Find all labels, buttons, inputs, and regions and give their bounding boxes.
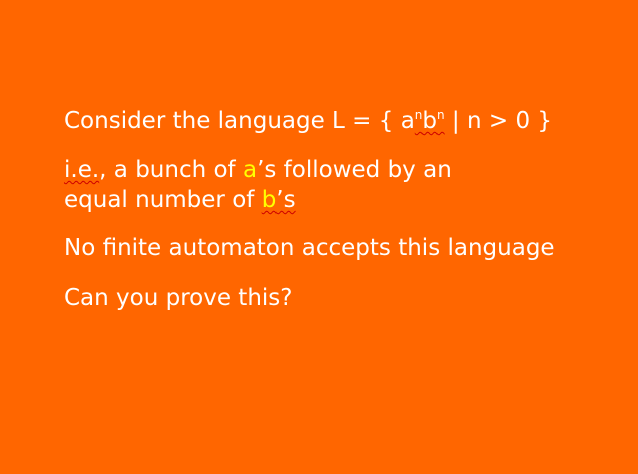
question-line: Can you prove this? — [64, 285, 293, 311]
explanation-text-3: equal number of — [64, 187, 262, 213]
explanation-line-1: i.e., a bunch of a’s followed by an — [64, 155, 452, 185]
apostrophe-s: ’s — [276, 187, 296, 213]
definition-suffix: | n > 0 } — [444, 108, 553, 134]
letter-b: b — [422, 108, 438, 134]
anbn-expression: nbn — [415, 108, 445, 134]
highlighted-a: a — [242, 157, 258, 183]
explanation-text-2: ’s followed by an — [257, 157, 452, 183]
language-definition-line: Consider the language L = { anbn | n > 0… — [64, 106, 552, 136]
ie-abbreviation: i.e. — [64, 157, 100, 183]
bs-word: b’s — [262, 187, 296, 213]
explanation-text-1: , a bunch of — [99, 157, 243, 183]
exponent-n-b: n — [437, 108, 445, 122]
highlighted-b: b — [261, 187, 277, 213]
definition-prefix: Consider the language L = { a — [64, 108, 415, 134]
explanation-line-2: equal number of b’s — [64, 185, 296, 215]
slide: Consider the language L = { anbn | n > 0… — [0, 0, 638, 474]
claim-line: No finite automaton accepts this languag… — [64, 235, 555, 261]
